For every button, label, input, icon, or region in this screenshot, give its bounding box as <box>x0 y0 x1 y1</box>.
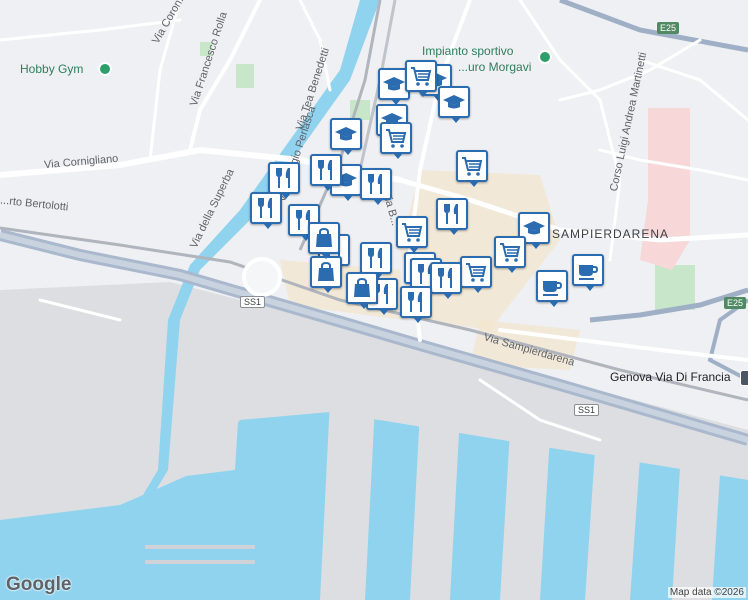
map-marker-restaurant[interactable] <box>250 192 282 229</box>
fork-knife-icon <box>364 172 388 196</box>
fork-knife-icon <box>434 266 458 290</box>
map-marker-grocery[interactable] <box>456 150 488 187</box>
graduation-cap-icon <box>522 216 546 240</box>
fork-knife-icon <box>440 202 464 226</box>
map-marker-cafe[interactable] <box>536 270 568 307</box>
shopping-cart-icon <box>464 260 488 284</box>
coffee-cup-icon <box>540 274 564 298</box>
poi-label-hobby-gym[interactable]: Hobby Gym <box>20 62 83 76</box>
map-marker-grocery[interactable] <box>396 216 428 253</box>
map-marker-shopping[interactable] <box>310 256 342 293</box>
shopping-bag-icon <box>312 226 336 250</box>
fork-knife-icon <box>254 196 278 220</box>
map-marker-grocery[interactable] <box>460 256 492 293</box>
road-shield-ss1: SS1 <box>240 296 266 308</box>
shopping-cart-icon <box>409 64 433 88</box>
shopping-cart-icon <box>400 220 424 244</box>
graduation-cap-icon <box>442 90 466 114</box>
poi-pin-icon[interactable] <box>98 62 112 76</box>
graduation-cap-icon <box>382 72 406 96</box>
map-marker-restaurant[interactable] <box>268 162 300 199</box>
poi-label-impianto-2[interactable]: ...uro Morgavi <box>458 60 531 74</box>
map-marker-restaurant[interactable] <box>400 286 432 323</box>
graduation-cap-icon <box>334 122 358 146</box>
map-marker-shopping[interactable] <box>308 222 340 259</box>
shopping-cart-icon <box>498 240 522 264</box>
google-logo: Google <box>6 574 72 595</box>
shopping-bag-icon <box>350 276 374 300</box>
map-attribution[interactable]: Map data ©2026 <box>667 587 746 598</box>
shopping-bag-icon <box>314 260 338 284</box>
map-marker-restaurant[interactable] <box>360 168 392 205</box>
shopping-cart-icon <box>460 154 484 178</box>
map-marker-cafe[interactable] <box>572 254 604 291</box>
map-marker-restaurant[interactable] <box>310 154 342 191</box>
poi-pin-icon[interactable] <box>538 50 552 64</box>
map-marker-restaurant[interactable] <box>436 198 468 235</box>
map-marker-restaurant[interactable] <box>360 242 392 279</box>
pier <box>170 300 245 478</box>
pier <box>672 468 720 600</box>
poi-label-impianto-1[interactable]: Impianto sportivo <box>422 44 513 58</box>
fork-knife-icon <box>404 290 428 314</box>
station-label-genova-via-di-francia[interactable]: Genova Via Di Francia <box>610 370 731 384</box>
map-marker-school[interactable] <box>330 118 362 155</box>
fork-knife-icon <box>272 166 296 190</box>
map-marker-school[interactable] <box>438 86 470 123</box>
map-marker-restaurant[interactable] <box>430 262 462 299</box>
map-marker-grocery[interactable] <box>494 236 526 273</box>
road-shield-e25: E25 <box>657 22 680 34</box>
fork-knife-icon <box>314 158 338 182</box>
fork-knife-icon <box>364 246 388 270</box>
map-marker-grocery[interactable] <box>380 122 412 159</box>
district-label-sampierdarena: SAMPIERDARENA <box>552 227 670 241</box>
map-marker-grocery[interactable] <box>405 60 437 97</box>
road-shield-ss1: SS1 <box>574 404 600 416</box>
map-marker-shopping[interactable] <box>346 272 378 309</box>
road-shield-e25: E25 <box>724 297 747 309</box>
shopping-cart-icon <box>384 126 408 150</box>
coffee-cup-icon <box>576 258 600 282</box>
train-station-icon[interactable] <box>740 370 748 386</box>
